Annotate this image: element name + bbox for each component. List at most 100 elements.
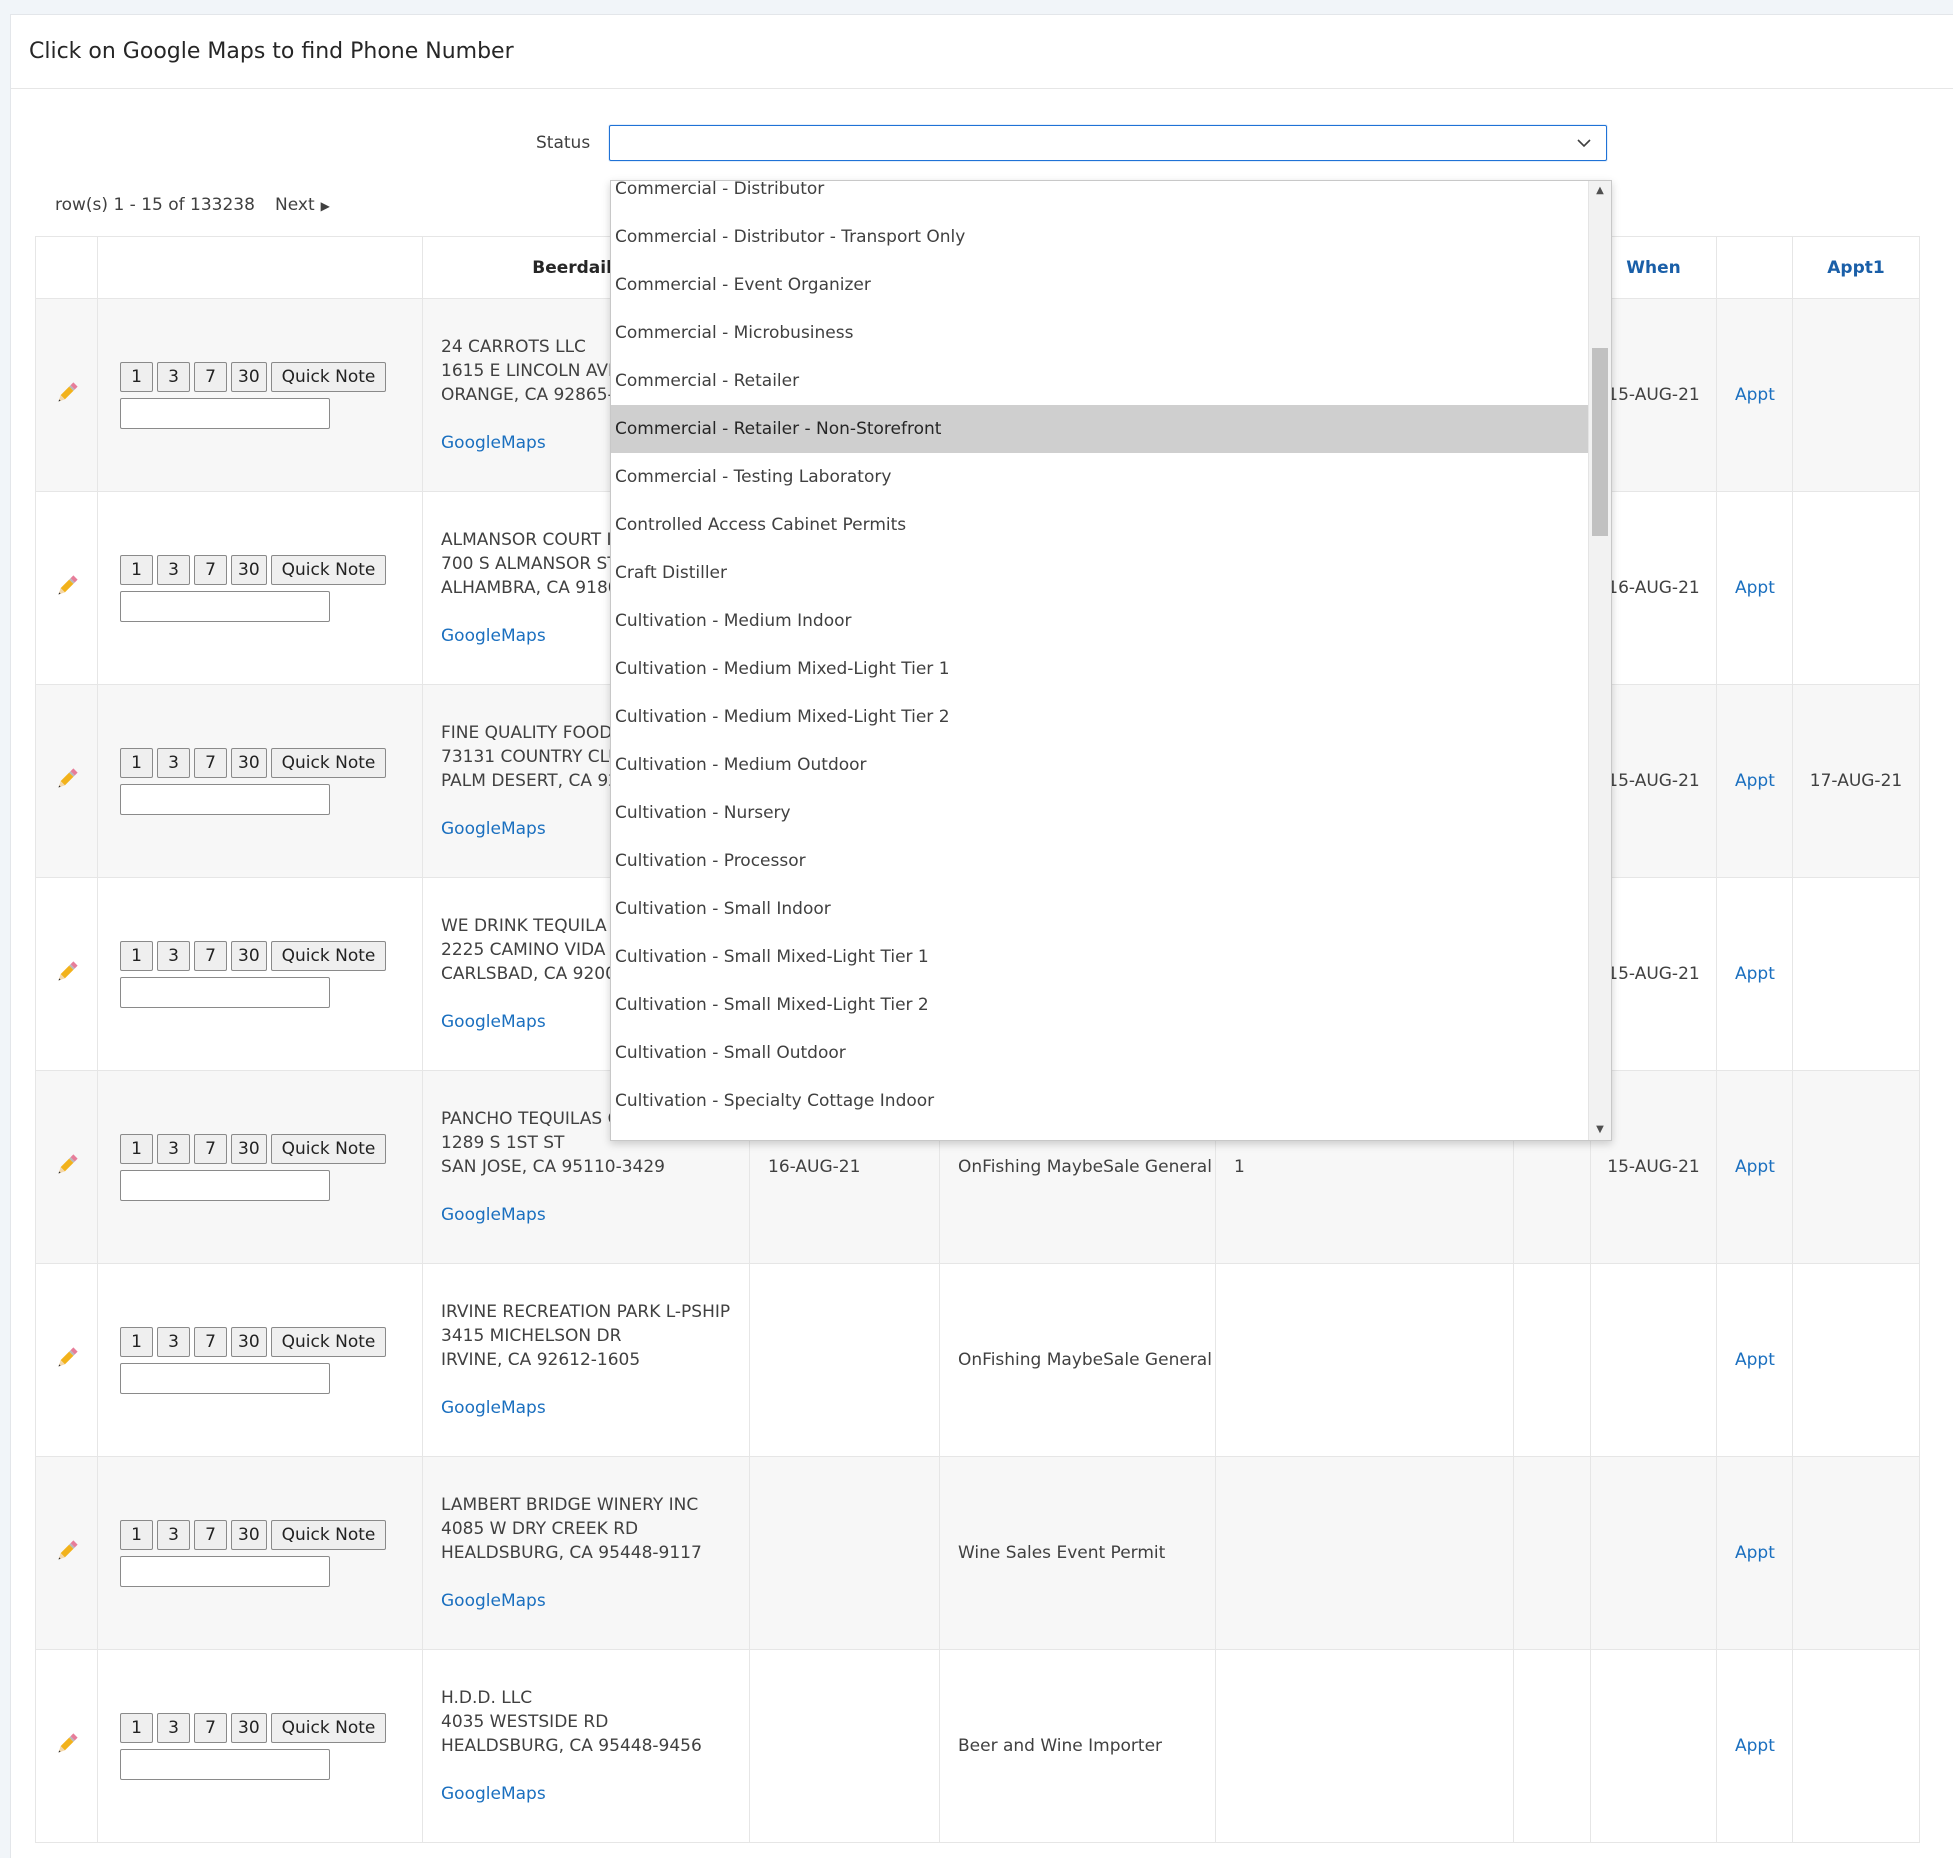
quick-day-button[interactable]: 3 (157, 1712, 190, 1743)
quick-note-input[interactable] (120, 1169, 330, 1201)
quick-day-button[interactable]: 1 (120, 940, 153, 971)
quick-day-button[interactable]: 7 (194, 554, 227, 585)
appt-link[interactable]: Appt (1716, 1070, 1793, 1264)
pencil-icon[interactable] (54, 1345, 80, 1371)
status-option[interactable]: Cultivation - Small Mixed-Light Tier 1 (611, 933, 1589, 981)
quick-day-button[interactable]: 30 (231, 554, 267, 585)
quick-day-button[interactable]: 30 (231, 1712, 267, 1743)
street-address: 3415 MICHELSON DR (441, 1326, 622, 1346)
dropdown-scrollbar[interactable]: ▲ ▼ (1588, 181, 1611, 1140)
pencil-icon[interactable] (54, 573, 80, 599)
appt-link[interactable]: Appt (1716, 684, 1793, 878)
appt-link[interactable]: Appt (1716, 1649, 1793, 1843)
status-option[interactable]: Commercial - Microbusiness (611, 309, 1589, 357)
quick-day-button[interactable]: 1 (120, 361, 153, 392)
status-option[interactable]: Commercial - Event Organizer (611, 261, 1589, 309)
quick-day-button[interactable]: 30 (231, 747, 267, 778)
status-option[interactable]: Craft Distiller (611, 549, 1589, 597)
quick-note-button[interactable]: Quick Note (270, 940, 387, 971)
quick-day-button[interactable]: 7 (194, 1326, 227, 1357)
quick-day-button[interactable]: 30 (231, 940, 267, 971)
quick-day-button[interactable]: 3 (157, 940, 190, 971)
quick-day-button[interactable]: 1 (120, 1712, 153, 1743)
quick-note-input[interactable] (120, 1362, 330, 1394)
status-option[interactable]: Cultivation - Specialty Cottage Indoor (611, 1077, 1589, 1125)
pencil-icon[interactable] (54, 959, 80, 985)
status-option[interactable]: Controlled Access Cabinet Permits (611, 501, 1589, 549)
quick-day-button[interactable]: 3 (157, 554, 190, 585)
quick-note-button[interactable]: Quick Note (270, 747, 387, 778)
quick-note-button[interactable]: Quick Note (270, 1133, 387, 1164)
scrollbar-thumb[interactable] (1592, 348, 1608, 536)
quick-day-button[interactable]: 7 (194, 1133, 227, 1164)
next-page-link[interactable]: Next ▶ (275, 195, 330, 215)
quick-day-button[interactable]: 30 (231, 1326, 267, 1357)
quick-day-button[interactable]: 30 (231, 1519, 267, 1550)
google-maps-link[interactable]: GoogleMaps (441, 1203, 749, 1227)
quick-day-button[interactable]: 30 (231, 361, 267, 392)
quick-note-input[interactable] (120, 397, 330, 429)
quick-note-input[interactable] (120, 590, 330, 622)
quick-note-input[interactable] (120, 1555, 330, 1587)
google-maps-link[interactable]: GoogleMaps (441, 1589, 749, 1613)
status-option[interactable]: Commercial - Distributor - Transport Onl… (611, 213, 1589, 261)
quick-day-button[interactable]: 7 (194, 1519, 227, 1550)
scroll-down-icon[interactable]: ▼ (1589, 1120, 1611, 1140)
quick-note-button[interactable]: Quick Note (270, 554, 387, 585)
quick-day-button[interactable]: 7 (194, 1712, 227, 1743)
quick-day-button[interactable]: 3 (157, 747, 190, 778)
quick-note-button[interactable]: Quick Note (270, 1519, 387, 1550)
quick-note-input[interactable] (120, 783, 330, 815)
quick-day-button[interactable]: 1 (120, 1519, 153, 1550)
appt-link[interactable]: Appt (1716, 298, 1793, 492)
quick-day-button[interactable]: 1 (120, 1133, 153, 1164)
quick-note-button[interactable]: Quick Note (270, 361, 387, 392)
quick-day-button[interactable]: 3 (157, 1133, 190, 1164)
quick-day-button[interactable]: 1 (120, 554, 153, 585)
status-option[interactable]: Cultivation - Medium Mixed-Light Tier 2 (611, 693, 1589, 741)
quick-day-button[interactable]: 30 (231, 1133, 267, 1164)
appt-link[interactable]: Appt (1716, 491, 1793, 685)
quick-day-button[interactable]: 1 (120, 1326, 153, 1357)
quick-note-input[interactable] (120, 1748, 330, 1780)
status-option[interactable]: Cultivation - Nursery (611, 789, 1589, 837)
quick-day-button[interactable]: 7 (194, 747, 227, 778)
status-dropdown-list[interactable]: Commercial - Distributor Commercial - Dis… (610, 180, 1612, 1141)
status-option[interactable]: Cultivation - Medium Indoor (611, 597, 1589, 645)
city-state-zip: SAN JOSE, CA 95110-3429 (441, 1157, 665, 1177)
quick-day-button[interactable]: 7 (194, 361, 227, 392)
status-option[interactable]: Commercial - Distributor (611, 181, 1589, 213)
status-option[interactable]: Cultivation - Small Mixed-Light Tier 2 (611, 981, 1589, 1029)
quick-day-button[interactable]: 3 (157, 1519, 190, 1550)
edit-cell (35, 877, 98, 1071)
status-option[interactable]: Commercial - Retailer (611, 357, 1589, 405)
quick-note-button[interactable]: Quick Note (270, 1712, 387, 1743)
status-option[interactable]: Cultivation - Processor (611, 837, 1589, 885)
status-option[interactable]: Cultivation - Small Outdoor (611, 1029, 1589, 1077)
pencil-icon[interactable] (54, 766, 80, 792)
quick-note-button[interactable]: Quick Note (270, 1326, 387, 1357)
status-option[interactable]: Cultivation - Small Indoor (611, 885, 1589, 933)
status-option[interactable]: Commercial - Testing Laboratory (611, 453, 1589, 501)
pencil-icon[interactable] (54, 1731, 80, 1757)
quick-day-button[interactable]: 3 (157, 1326, 190, 1357)
status-option[interactable]: Cultivation - Medium Mixed-Light Tier 1 (611, 645, 1589, 693)
quick-day-button[interactable]: 3 (157, 361, 190, 392)
quick-day-button[interactable]: 1 (120, 747, 153, 778)
pencil-icon[interactable] (54, 1538, 80, 1564)
appt-link[interactable]: Appt (1716, 877, 1793, 1071)
google-maps-link[interactable]: GoogleMaps (441, 1396, 749, 1420)
status-option[interactable]: Cultivation - Medium Outdoor (611, 741, 1589, 789)
pencil-icon[interactable] (54, 380, 80, 406)
quick-day-button[interactable]: 7 (194, 940, 227, 971)
google-maps-link[interactable]: GoogleMaps (441, 1782, 749, 1806)
col-header-appt1[interactable]: Appt1 (1792, 236, 1920, 299)
quick-note-input[interactable] (120, 976, 330, 1008)
status-option[interactable]: Commercial - Retailer - Non-Storefront (611, 405, 1589, 453)
status-select[interactable] (609, 125, 1607, 161)
appt-link[interactable]: Appt (1716, 1263, 1793, 1457)
appt-link[interactable]: Appt (1716, 1456, 1793, 1650)
count-cell (1215, 1456, 1514, 1650)
pencil-icon[interactable] (54, 1152, 80, 1178)
scroll-up-icon[interactable]: ▲ (1589, 181, 1611, 201)
